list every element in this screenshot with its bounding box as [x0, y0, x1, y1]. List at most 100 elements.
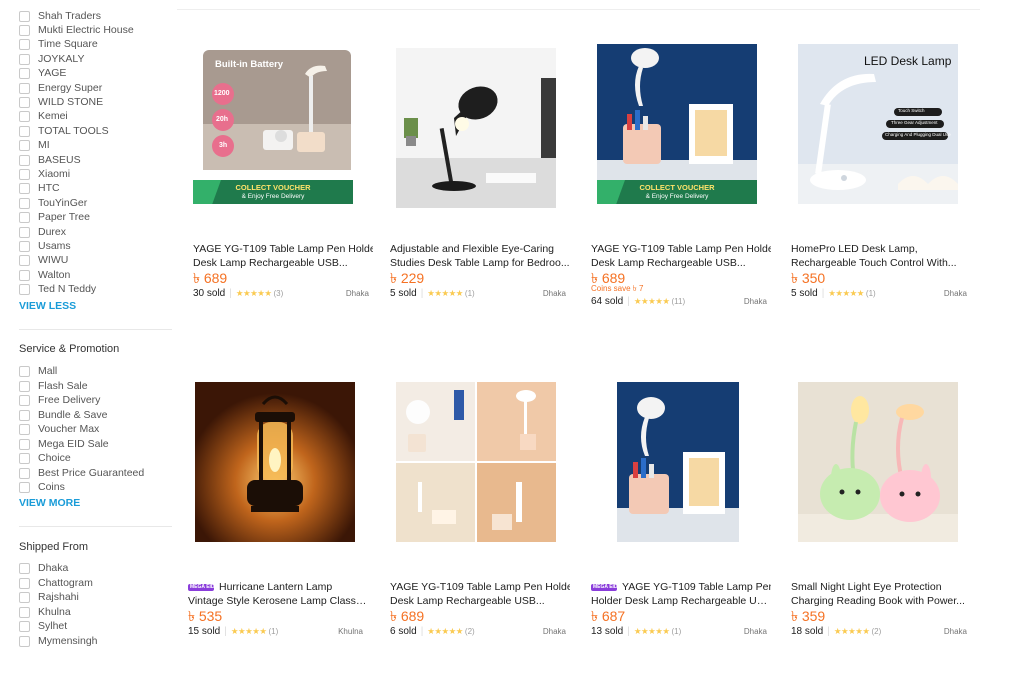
checkbox[interactable]	[19, 24, 30, 36]
filter-location-option[interactable]: Chattogram	[19, 576, 93, 590]
filter-brand-option[interactable]: Usams	[19, 239, 71, 253]
filter-location-option[interactable]: Mymensingh	[19, 634, 98, 648]
filter-label: Rajshahi	[38, 591, 79, 603]
checkbox[interactable]	[19, 154, 30, 166]
checkbox[interactable]	[19, 168, 30, 180]
checkbox[interactable]	[19, 67, 30, 79]
product-title[interactable]: YAGE YG-T109 Table Lamp Pen Holder Desk …	[193, 242, 373, 270]
filter-brand-option[interactable]: BASEUS	[19, 153, 81, 167]
filter-location-option[interactable]: Khulna	[19, 605, 71, 619]
filter-brand-option[interactable]: Kemei	[19, 109, 68, 123]
checkbox[interactable]	[19, 197, 30, 209]
checkbox[interactable]	[19, 562, 30, 574]
product-card[interactable]: Built-in Battery 1200 20h 3h COLLECT VOU…	[185, 44, 373, 344]
filter-brand-option[interactable]: Mukti Electric House	[19, 23, 134, 37]
filter-brand-option[interactable]: Ted N Teddy	[19, 282, 96, 296]
filter-service-option[interactable]: Best Price Guaranteed	[19, 466, 144, 480]
filter-label: Chattogram	[38, 577, 93, 589]
filter-brand-option[interactable]: TouYinGer	[19, 196, 87, 210]
checkbox[interactable]	[19, 110, 30, 122]
filter-brand-option[interactable]: Paper Tree	[19, 210, 90, 224]
checkbox[interactable]	[19, 38, 30, 50]
product-card[interactable]: MEGA EID SALEHurricane Lantern Lamp Vint…	[180, 382, 368, 682]
checkbox[interactable]	[19, 82, 30, 94]
view-less-link[interactable]: VIEW LESS	[19, 300, 76, 312]
filter-brand-option[interactable]: WILD STONE	[19, 95, 103, 109]
checkbox[interactable]	[19, 409, 30, 421]
checkbox[interactable]	[19, 226, 30, 238]
filter-brand-option[interactable]: Shah Traders	[19, 9, 101, 23]
filter-service-option[interactable]: Coins	[19, 480, 65, 494]
product-image[interactable]	[396, 382, 556, 542]
filter-brand-option[interactable]: Xiaomi	[19, 167, 70, 181]
product-image[interactable]	[396, 48, 556, 208]
filter-brand-option[interactable]: Walton	[19, 268, 70, 282]
product-title[interactable]: YAGE YG-T109 Table Lamp Pen Holder Desk …	[390, 580, 570, 608]
checkbox[interactable]	[19, 380, 30, 392]
filter-location-option[interactable]: Rajshahi	[19, 590, 79, 604]
checkbox[interactable]	[19, 125, 30, 137]
filter-brand-option[interactable]: TOTAL TOOLS	[19, 124, 109, 138]
product-card[interactable]: Adjustable and Flexible Eye-Caring Studi…	[382, 44, 570, 344]
checkbox[interactable]	[19, 452, 30, 464]
filter-service-option[interactable]: Free Delivery	[19, 393, 100, 407]
checkbox[interactable]	[19, 182, 30, 194]
checkbox[interactable]	[19, 96, 30, 108]
product-card[interactable]: MEGA EID SALEYAGE YG-T109 Table Lamp Pen…	[583, 382, 771, 682]
checkbox[interactable]	[19, 10, 30, 22]
filter-location-option[interactable]: Dhaka	[19, 561, 68, 575]
product-image[interactable]	[617, 382, 739, 542]
filter-service-option[interactable]: Bundle & Save	[19, 408, 107, 422]
filter-brand-option[interactable]: WIWU	[19, 253, 68, 267]
checkbox[interactable]	[19, 53, 30, 65]
checkbox[interactable]	[19, 635, 30, 647]
checkbox[interactable]	[19, 591, 30, 603]
checkbox[interactable]	[19, 577, 30, 589]
product-title[interactable]: Adjustable and Flexible Eye-Caring Studi…	[390, 242, 570, 270]
product-image[interactable]	[798, 382, 958, 542]
checkbox[interactable]	[19, 438, 30, 450]
checkbox[interactable]	[19, 254, 30, 266]
product-title[interactable]: HomePro LED Desk Lamp, Rechargeable Touc…	[791, 242, 971, 270]
filter-brand-option[interactable]: JOYKALY	[19, 52, 85, 66]
checkbox[interactable]	[19, 269, 30, 281]
product-card[interactable]: COLLECT VOUCHER & Enjoy Free Delivery YA…	[583, 44, 771, 344]
filter-brand-option[interactable]: Durex	[19, 225, 66, 239]
product-image[interactable]: COLLECT VOUCHER & Enjoy Free Delivery	[597, 44, 757, 204]
product-title[interactable]: Small Night Light Eye Protection Chargin…	[791, 580, 971, 608]
product-title[interactable]: MEGA EID SALEYAGE YG-T109 Table Lamp Pen…	[591, 580, 771, 608]
ship-location: Khulna	[338, 626, 363, 636]
filter-service-option[interactable]: Mall	[19, 364, 57, 378]
checkbox[interactable]	[19, 620, 30, 632]
product-image[interactable]: LED Desk Lamp Touch Switch Three Gear Ad…	[798, 44, 958, 204]
product-title[interactable]: MEGA EID SALEHurricane Lantern Lamp Vint…	[188, 580, 368, 608]
filter-brand-option[interactable]: HTC	[19, 181, 60, 195]
filter-service-option[interactable]: Mega EID Sale	[19, 437, 109, 451]
product-image[interactable]	[195, 382, 355, 542]
filter-brand-option[interactable]: Time Square	[19, 37, 98, 51]
checkbox[interactable]	[19, 606, 30, 618]
filter-service-option[interactable]: Voucher Max	[19, 422, 99, 436]
product-card[interactable]: YAGE YG-T109 Table Lamp Pen Holder Desk …	[382, 382, 570, 682]
filter-location-option[interactable]: Sylhet	[19, 619, 67, 633]
filter-service-option[interactable]: Choice	[19, 451, 71, 465]
product-card[interactable]: LED Desk Lamp Touch Switch Three Gear Ad…	[783, 44, 967, 344]
product-title[interactable]: YAGE YG-T109 Table Lamp Pen Holder Desk …	[591, 242, 771, 270]
filter-brand-option[interactable]: Energy Super	[19, 81, 102, 95]
filter-service-option[interactable]: Flash Sale	[19, 379, 88, 393]
product-card[interactable]: Small Night Light Eye Protection Chargin…	[783, 382, 967, 682]
checkbox[interactable]	[19, 467, 30, 479]
checkbox[interactable]	[19, 240, 30, 252]
checkbox[interactable]	[19, 394, 30, 406]
filter-label: TOTAL TOOLS	[38, 125, 109, 137]
checkbox[interactable]	[19, 365, 30, 377]
checkbox[interactable]	[19, 211, 30, 223]
checkbox[interactable]	[19, 481, 30, 493]
checkbox[interactable]	[19, 283, 30, 295]
checkbox[interactable]	[19, 139, 30, 151]
filter-brand-option[interactable]: MI	[19, 138, 50, 152]
view-more-link[interactable]: VIEW MORE	[19, 497, 80, 509]
filter-brand-option[interactable]: YAGE	[19, 66, 66, 80]
checkbox[interactable]	[19, 423, 30, 435]
product-image[interactable]: Built-in Battery 1200 20h 3h COLLECT VOU…	[193, 44, 353, 204]
